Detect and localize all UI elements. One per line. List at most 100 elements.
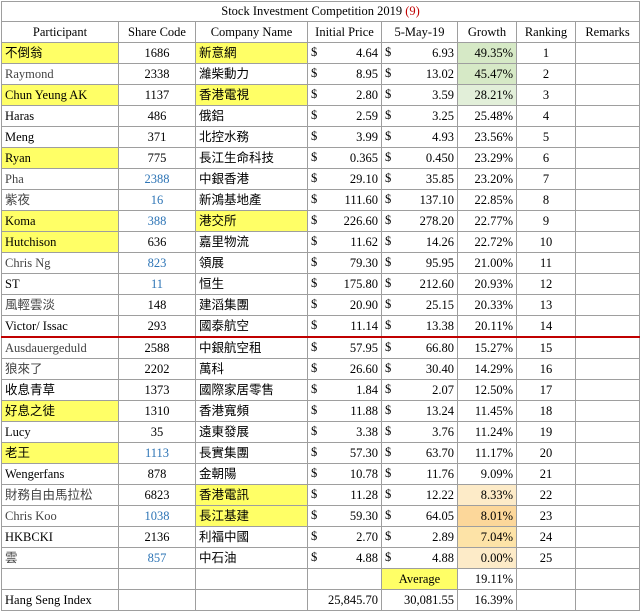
share-code-cell[interactable]: 35: [118, 421, 196, 443]
ranking-cell[interactable]: 4: [516, 105, 576, 127]
share-code-cell[interactable]: 388: [118, 210, 196, 232]
remarks-cell[interactable]: [574, 315, 640, 338]
ranking-cell[interactable]: 18: [516, 400, 576, 422]
growth-cell[interactable]: 22.77%: [457, 210, 517, 232]
remarks-cell[interactable]: [574, 484, 640, 506]
ranking-cell[interactable]: 16: [516, 358, 576, 380]
empty-cell[interactable]: [118, 589, 196, 611]
header-company-name[interactable]: Company Name: [195, 21, 308, 43]
initial-price-cell[interactable]: $20.90: [307, 294, 382, 316]
company-name-cell[interactable]: 北控水務: [195, 126, 308, 148]
current-price-cell[interactable]: $13.02: [381, 63, 458, 85]
initial-price-cell[interactable]: $26.60: [307, 358, 382, 380]
company-name-cell[interactable]: 香港電訊: [195, 484, 308, 506]
company-name-cell[interactable]: 遠東發展: [195, 421, 308, 443]
ranking-cell[interactable]: 17: [516, 379, 576, 401]
initial-price-cell[interactable]: $2.70: [307, 526, 382, 548]
share-code-cell[interactable]: 293: [118, 315, 196, 338]
ranking-cell[interactable]: 10: [516, 231, 576, 253]
remarks-cell[interactable]: [574, 168, 640, 190]
participant-cell[interactable]: Hutchison: [1, 231, 119, 253]
company-name-cell[interactable]: 萬科: [195, 358, 308, 380]
initial-price-cell[interactable]: $1.84: [307, 379, 382, 401]
current-price-cell[interactable]: $3.25: [381, 105, 458, 127]
header-participant[interactable]: Participant: [1, 21, 119, 43]
average-label[interactable]: Average: [381, 568, 458, 590]
share-code-cell[interactable]: 486: [118, 105, 196, 127]
index-initial[interactable]: 25,845.70: [307, 589, 382, 611]
participant-cell[interactable]: 狼來了: [1, 358, 119, 380]
growth-cell[interactable]: 25.48%: [457, 105, 517, 127]
sheet-title[interactable]: Stock Investment Competition 2019 (9): [0, 1, 640, 22]
growth-cell[interactable]: 45.47%: [457, 63, 517, 85]
current-price-cell[interactable]: $35.85: [381, 168, 458, 190]
current-price-cell[interactable]: $66.80: [381, 336, 458, 359]
header-share-code[interactable]: Share Code: [118, 21, 196, 43]
growth-cell[interactable]: 49.35%: [457, 42, 517, 64]
initial-price-cell[interactable]: $111.60: [307, 189, 382, 211]
share-code-cell[interactable]: 1310: [118, 400, 196, 422]
company-name-cell[interactable]: 國泰航空: [195, 315, 308, 338]
initial-price-cell[interactable]: $8.95: [307, 63, 382, 85]
remarks-cell[interactable]: [574, 126, 640, 148]
share-code-cell[interactable]: 16: [118, 189, 196, 211]
participant-cell[interactable]: Pha: [1, 168, 119, 190]
participant-cell[interactable]: ST: [1, 273, 119, 295]
share-code-cell[interactable]: 775: [118, 147, 196, 169]
ranking-cell[interactable]: 19: [516, 421, 576, 443]
ranking-cell[interactable]: 7: [516, 168, 576, 190]
remarks-cell[interactable]: [574, 294, 640, 316]
company-name-cell[interactable]: 濰柴動力: [195, 63, 308, 85]
remarks-cell[interactable]: [574, 252, 640, 274]
ranking-cell[interactable]: 23: [516, 505, 576, 527]
share-code-cell[interactable]: 1038: [118, 505, 196, 527]
current-price-cell[interactable]: $64.05: [381, 505, 458, 527]
company-name-cell[interactable]: 香港電視: [195, 84, 308, 106]
company-name-cell[interactable]: 新意網: [195, 42, 308, 64]
company-name-cell[interactable]: 金朝陽: [195, 463, 308, 485]
empty-cell[interactable]: [574, 589, 640, 611]
share-code-cell[interactable]: 1137: [118, 84, 196, 106]
company-name-cell[interactable]: 長實集團: [195, 442, 308, 464]
company-name-cell[interactable]: 港交所: [195, 210, 308, 232]
initial-price-cell[interactable]: $11.62: [307, 231, 382, 253]
current-price-cell[interactable]: $63.70: [381, 442, 458, 464]
current-price-cell[interactable]: $6.93: [381, 42, 458, 64]
participant-cell[interactable]: 財務自由馬拉松: [1, 484, 119, 506]
ranking-cell[interactable]: 1: [516, 42, 576, 64]
growth-cell[interactable]: 23.20%: [457, 168, 517, 190]
remarks-cell[interactable]: [574, 147, 640, 169]
empty-cell[interactable]: [118, 568, 196, 590]
remarks-cell[interactable]: [574, 421, 640, 443]
remarks-cell[interactable]: [574, 210, 640, 232]
company-name-cell[interactable]: 利福中國: [195, 526, 308, 548]
ranking-cell[interactable]: 14: [516, 315, 576, 338]
remarks-cell[interactable]: [574, 379, 640, 401]
company-name-cell[interactable]: 長江基建: [195, 505, 308, 527]
participant-cell[interactable]: Wengerfans: [1, 463, 119, 485]
initial-price-cell[interactable]: $11.88: [307, 400, 382, 422]
growth-cell[interactable]: 0.00%: [457, 547, 517, 569]
growth-cell[interactable]: 14.29%: [457, 358, 517, 380]
initial-price-cell[interactable]: $4.64: [307, 42, 382, 64]
growth-cell[interactable]: 11.24%: [457, 421, 517, 443]
header-remarks[interactable]: Remarks: [574, 21, 640, 43]
company-name-cell[interactable]: 國際家居零售: [195, 379, 308, 401]
initial-price-cell[interactable]: $79.30: [307, 252, 382, 274]
company-name-cell[interactable]: 香港寬頻: [195, 400, 308, 422]
participant-cell[interactable]: 收息青草: [1, 379, 119, 401]
remarks-cell[interactable]: [574, 463, 640, 485]
ranking-cell[interactable]: 12: [516, 273, 576, 295]
participant-cell[interactable]: 紫夜: [1, 189, 119, 211]
initial-price-cell[interactable]: $57.95: [307, 336, 382, 359]
ranking-cell[interactable]: 2: [516, 63, 576, 85]
share-code-cell[interactable]: 2338: [118, 63, 196, 85]
share-code-cell[interactable]: 878: [118, 463, 196, 485]
initial-price-cell[interactable]: $29.10: [307, 168, 382, 190]
header-initial-price[interactable]: Initial Price: [307, 21, 382, 43]
empty-cell[interactable]: [574, 568, 640, 590]
ranking-cell[interactable]: 3: [516, 84, 576, 106]
share-code-cell[interactable]: 636: [118, 231, 196, 253]
growth-cell[interactable]: 20.11%: [457, 315, 517, 338]
company-name-cell[interactable]: 恒生: [195, 273, 308, 295]
